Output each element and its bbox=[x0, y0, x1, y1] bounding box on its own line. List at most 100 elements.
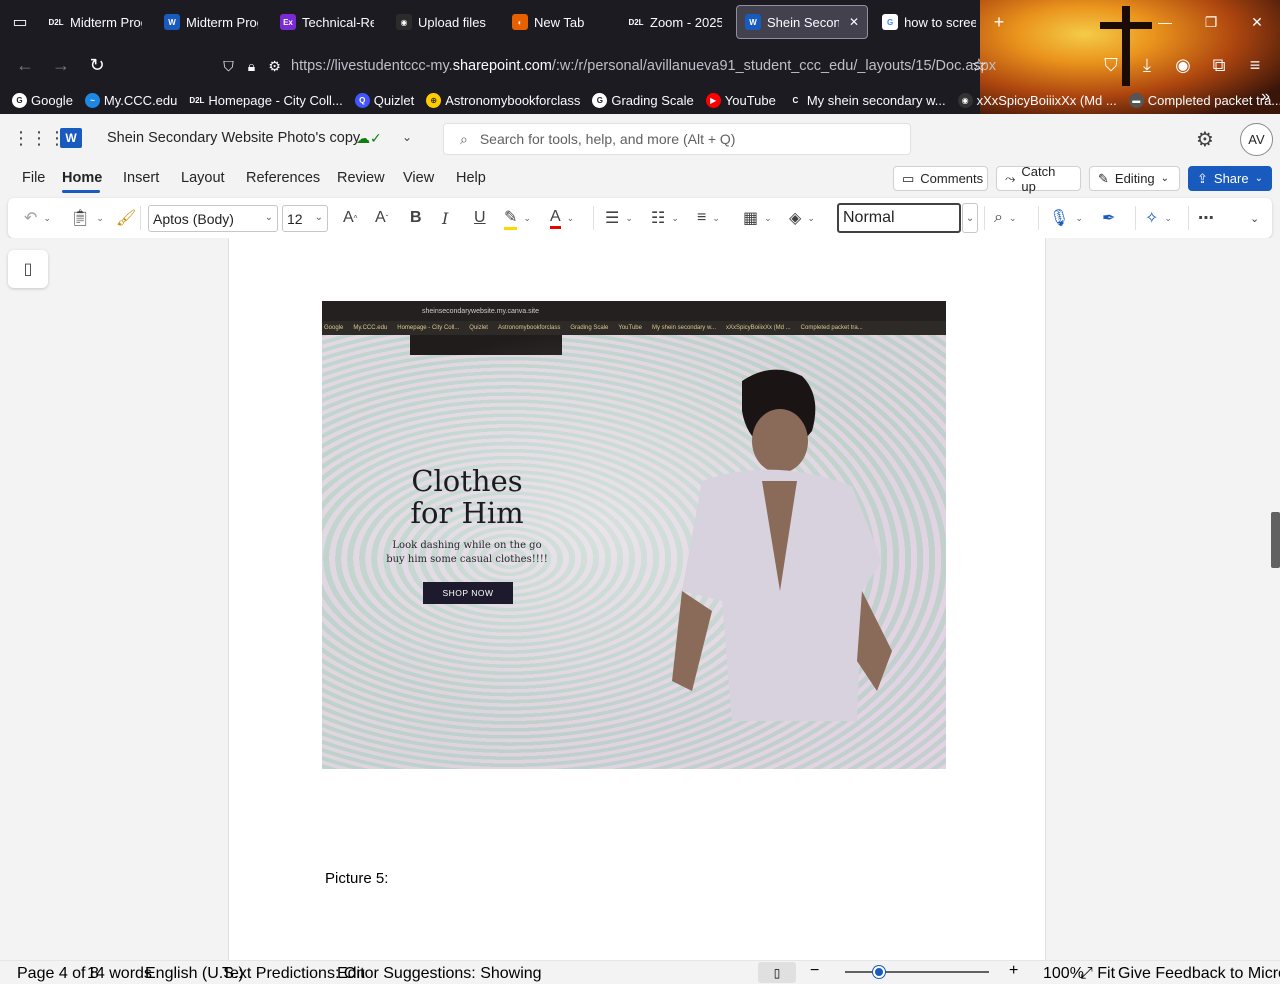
editing-mode-button[interactable]: ✎ Editing ⌄ bbox=[1089, 166, 1180, 191]
minimize-icon[interactable]: — bbox=[1142, 0, 1188, 44]
editor-button[interactable]: ✒ bbox=[1102, 207, 1115, 229]
tab-review[interactable]: Review bbox=[337, 170, 385, 186]
bold-button[interactable]: B bbox=[410, 207, 422, 229]
zoom-out-icon[interactable]: − bbox=[810, 962, 819, 980]
print-layout-icon[interactable]: ▯ bbox=[758, 962, 796, 983]
zoom-in-icon[interactable]: + bbox=[1009, 962, 1018, 980]
cloud-saved-icon[interactable]: ☁✓ bbox=[356, 130, 382, 147]
tab-file[interactable]: File bbox=[22, 170, 45, 186]
permissions-icon[interactable]: ⚙ bbox=[268, 58, 281, 75]
browser-tab[interactable]: ◉ Upload files · A bbox=[388, 5, 498, 39]
more-options-icon[interactable]: ⋯ bbox=[1198, 207, 1214, 229]
vertical-scrollbar[interactable] bbox=[1271, 512, 1280, 568]
tab-view[interactable]: View bbox=[403, 170, 434, 186]
shield-icon[interactable]: ⛉ bbox=[222, 58, 235, 75]
bookmark-item[interactable]: G Google bbox=[12, 92, 73, 108]
font-size-select[interactable]: 12 ⌄ bbox=[282, 205, 328, 232]
browser-tab[interactable]: W Shein Secon ✕ bbox=[736, 5, 869, 39]
font-color-button[interactable]: A ⌄ bbox=[550, 207, 574, 229]
italic-button[interactable]: I bbox=[442, 207, 448, 229]
browser-tab[interactable]: D2L Zoom - 2025 S bbox=[620, 5, 730, 39]
comments-button[interactable]: ▭ Comments bbox=[893, 166, 988, 191]
editor-suggestions-status[interactable]: Editor Suggestions: Showing bbox=[337, 965, 542, 983]
gear-icon[interactable]: ⚙ bbox=[1196, 127, 1214, 152]
word-logo-icon[interactable]: W bbox=[60, 128, 82, 148]
url-bar[interactable]: ⛉ 🔒︎ ⚙ https://livestudentccc-my.sharepo… bbox=[216, 51, 996, 81]
bookmark-item[interactable]: ▶ YouTube bbox=[705, 92, 776, 108]
browser-tab[interactable]: Ghow to screen bbox=[874, 5, 984, 39]
navigation-pane-icon[interactable]: ▯ bbox=[8, 250, 48, 288]
photo-url-text: sheinsecondarywebsite.my.canva.site bbox=[422, 307, 539, 315]
extensions-icon[interactable]: ⧉ bbox=[1204, 50, 1234, 80]
paste-button[interactable]: 📋︎ ⌄ bbox=[70, 207, 104, 229]
account-icon[interactable]: ◉ bbox=[1168, 50, 1198, 80]
shrink-font-button[interactable]: Aˇ bbox=[375, 207, 388, 229]
divider bbox=[1135, 206, 1136, 230]
document-title[interactable]: Shein Secondary Website Photo's copy bbox=[107, 130, 360, 146]
styles-gallery-chevron-icon[interactable]: ⌄ bbox=[962, 203, 978, 233]
tab-insert[interactable]: Insert bbox=[123, 170, 159, 186]
app-launcher-icon[interactable]: ⋮⋮⋮ bbox=[12, 128, 66, 150]
underline-button[interactable]: U bbox=[474, 207, 486, 229]
bookmark-item[interactable]: Q Quizlet bbox=[354, 92, 414, 108]
chevron-down-icon: ⌄ bbox=[1254, 173, 1263, 184]
bookmark-item[interactable]: ⊕ Astronomybookforclass bbox=[426, 92, 580, 108]
share-button[interactable]: ⇪ Share ⌄ bbox=[1188, 166, 1272, 191]
designer-button[interactable]: ✧ ⌄ bbox=[1145, 207, 1172, 229]
tab-layout[interactable]: Layout bbox=[181, 170, 225, 186]
zoom-level[interactable]: 100% bbox=[1043, 965, 1084, 983]
tab-home[interactable]: Home bbox=[62, 170, 102, 186]
app-menu-icon[interactable]: ≡ bbox=[1240, 50, 1270, 80]
bullets-button[interactable]: ☰ ⌄ bbox=[605, 207, 633, 229]
embedded-photo[interactable]: sheinsecondarywebsite.my.canva.site Goog… bbox=[322, 301, 946, 769]
align-button[interactable]: ≡ ⌄ bbox=[697, 207, 720, 229]
borders-button[interactable]: ▦ ⌄ bbox=[743, 207, 772, 229]
bookmark-item[interactable]: D2L Homepage - City Coll... bbox=[189, 92, 343, 108]
shading-button[interactable]: ◈ ⌄ bbox=[789, 207, 815, 229]
downloads-icon[interactable]: ⤓ bbox=[1132, 50, 1162, 80]
bookmark-item[interactable]: ▬ Completed packet tra... bbox=[1128, 92, 1280, 108]
find-button[interactable]: ⌕ ⌄ bbox=[994, 207, 1017, 229]
browser-tab[interactable]: Ex Technical-Repo bbox=[272, 5, 382, 39]
bookmark-item[interactable]: C My shein secondary w... bbox=[787, 92, 946, 108]
browser-tab[interactable]: W Midterm Progr bbox=[156, 5, 266, 39]
bookmarks-overflow-icon[interactable]: » bbox=[1261, 88, 1270, 106]
style-select[interactable]: Normal bbox=[837, 203, 961, 233]
figure-caption[interactable]: Picture 5: bbox=[325, 870, 388, 887]
zoom-slider-thumb[interactable] bbox=[873, 966, 885, 978]
bookmark-item[interactable]: ◉ xXxSpicyBoiiixXx (Md ... bbox=[957, 92, 1117, 108]
zoom-slider-track[interactable] bbox=[845, 971, 989, 973]
numbering-button[interactable]: ☷ ⌄ bbox=[651, 207, 679, 229]
catch-up-button[interactable]: ⤳ Catch up bbox=[996, 164, 1081, 194]
browser-tab[interactable]: D2L Midterm Progr bbox=[40, 5, 150, 39]
bookmark-star-icon[interactable]: ☆ bbox=[964, 50, 994, 80]
bookmark-item[interactable]: ~ My.CCC.edu bbox=[84, 92, 177, 108]
tab-list-icon[interactable]: ▭ bbox=[0, 0, 40, 44]
format-painter-button[interactable]: 🖌︎ bbox=[116, 207, 136, 229]
font-name-select[interactable]: Aptos (Body) ⌄ bbox=[148, 205, 278, 232]
pocket-icon[interactable]: ⛉ bbox=[1096, 50, 1126, 80]
reload-icon[interactable]: ↻ bbox=[82, 50, 112, 80]
highlight-button[interactable]: ✎ ⌄ bbox=[504, 207, 531, 230]
browser-tab[interactable]: ◐ New Tab bbox=[504, 5, 614, 39]
forward-icon[interactable]: → bbox=[46, 50, 76, 80]
chevron-down-icon[interactable]: ⌄ bbox=[402, 130, 412, 144]
new-tab-icon[interactable]: + bbox=[984, 12, 1014, 33]
feedback-link[interactable]: Give Feedback to Microsoft bbox=[1118, 965, 1280, 983]
tab-help[interactable]: Help bbox=[456, 170, 486, 186]
restore-icon[interactable]: ❐ bbox=[1188, 0, 1234, 44]
tab-references[interactable]: References bbox=[246, 170, 320, 186]
undo-button[interactable]: ↶ ⌄ bbox=[24, 207, 51, 229]
word-count[interactable]: 14 words bbox=[87, 965, 152, 983]
back-icon[interactable]: ← bbox=[10, 50, 40, 80]
expand-ribbon-icon[interactable]: ⌄ bbox=[1250, 207, 1259, 229]
search-input[interactable]: ⌕ Search for tools, help, and more (Alt … bbox=[443, 123, 911, 155]
fit-button[interactable]: ⤢ Fit bbox=[1080, 965, 1115, 983]
lock-icon[interactable]: 🔒︎ bbox=[245, 58, 258, 75]
window-close-icon[interactable]: ✕ bbox=[1234, 0, 1280, 44]
grow-font-button[interactable]: A ^ bbox=[343, 207, 357, 229]
tab-close-icon[interactable]: ✕ bbox=[849, 15, 859, 29]
avatar[interactable]: AV bbox=[1240, 123, 1273, 156]
dictate-button[interactable]: 🎙︎ ⌄ bbox=[1049, 207, 1083, 229]
bookmark-item[interactable]: G Grading Scale bbox=[592, 92, 694, 108]
